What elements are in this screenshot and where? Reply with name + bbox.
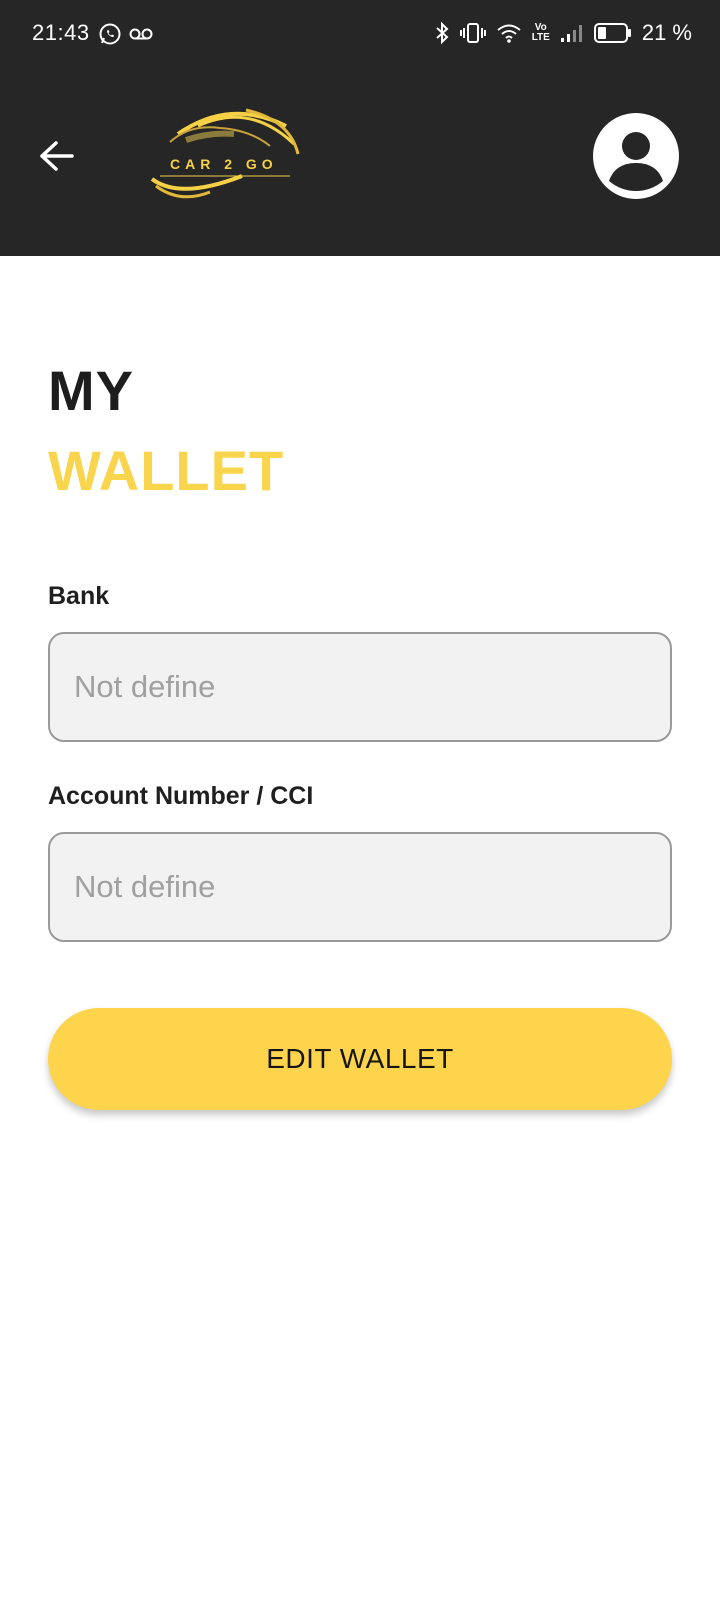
- profile-button[interactable]: [593, 113, 679, 199]
- user-avatar-icon: [593, 113, 679, 199]
- voicemail-icon: [129, 28, 153, 40]
- bank-label: Bank: [48, 582, 110, 610]
- vibrate-icon: [459, 23, 486, 43]
- signal-icon: [560, 25, 582, 42]
- account-number-label: Account Number / CCI: [48, 782, 314, 810]
- edit-wallet-button[interactable]: EDIT WALLET: [48, 1008, 672, 1110]
- bluetooth-icon: [436, 21, 449, 45]
- volte-bottom-text: LTE: [531, 32, 550, 43]
- bank-input[interactable]: [48, 632, 672, 742]
- logo-text: CAR 2 GO: [170, 156, 278, 172]
- status-time: 21:43: [32, 20, 90, 45]
- battery-percent: 21 %: [641, 20, 692, 45]
- page-title-line2: WALLET: [48, 439, 285, 502]
- page-title-line1: MY: [48, 359, 134, 422]
- wifi-icon: [497, 24, 521, 43]
- whatsapp-icon: [99, 23, 121, 45]
- status-system-icons: Vo LTE 21 %: [434, 20, 692, 46]
- status-notification-icons: [98, 22, 154, 46]
- arrow-left-icon: [40, 141, 74, 171]
- back-button[interactable]: [36, 136, 76, 176]
- account-number-input[interactable]: [48, 832, 672, 942]
- car2go-logo: [150, 108, 300, 199]
- app-header: 21:43 Vo LTE 21 % CAR 2 GO: [0, 0, 720, 256]
- volte-icon: Vo LTE: [532, 23, 550, 43]
- battery-icon: [593, 23, 631, 43]
- status-bar: 21:43 Vo LTE 21 %: [0, 0, 720, 70]
